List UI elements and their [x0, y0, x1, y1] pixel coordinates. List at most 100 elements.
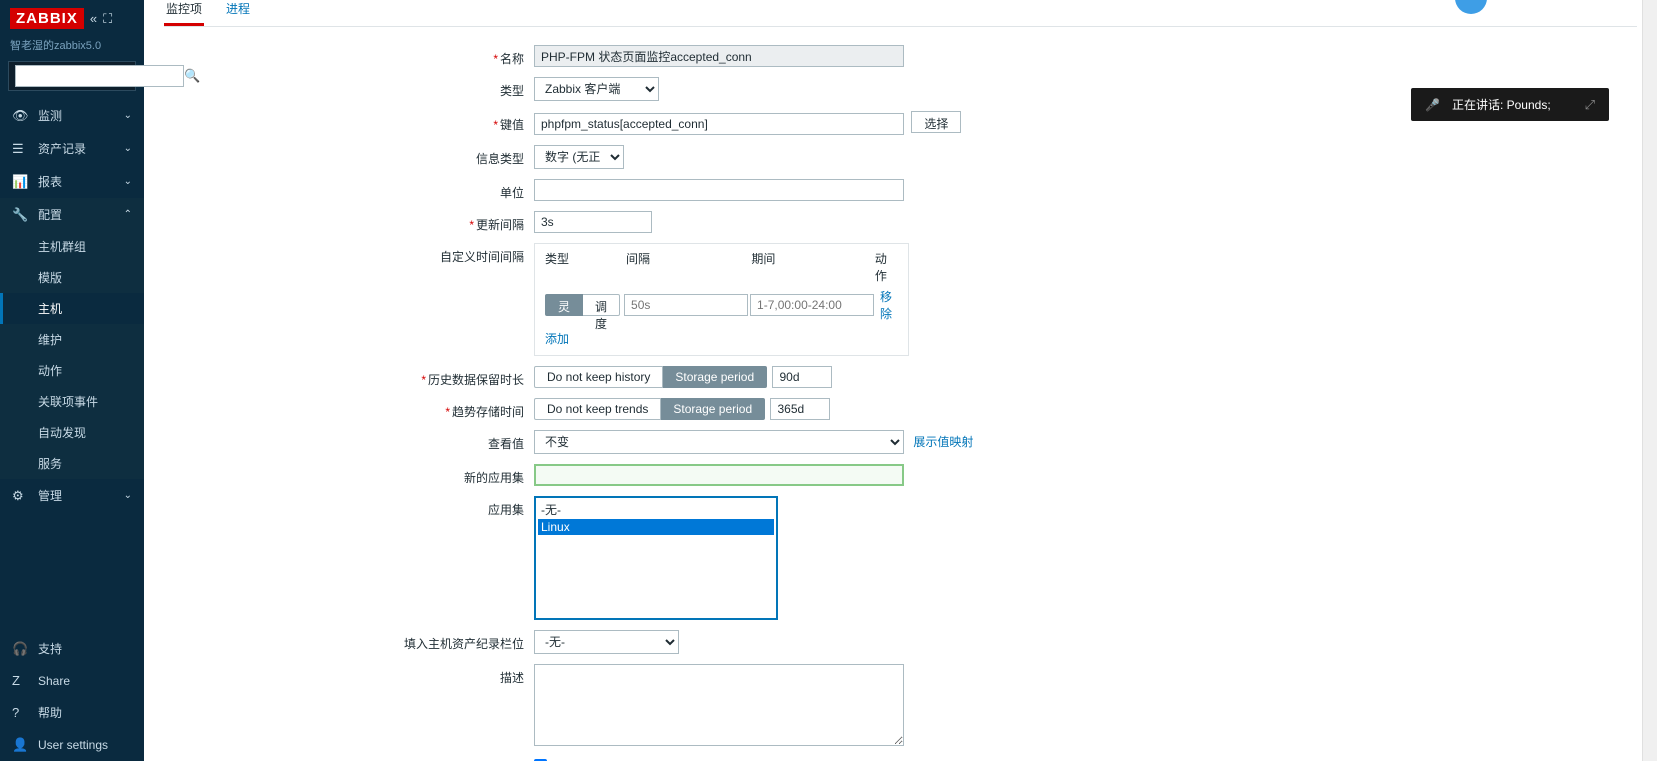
inventory-select[interactable]: -无-: [534, 630, 679, 654]
tab-process[interactable]: 进程: [224, 0, 252, 26]
interval-scheduling-button[interactable]: 调度: [583, 294, 620, 316]
chevron-down-icon: ⌄: [124, 490, 132, 501]
name-input[interactable]: [534, 45, 904, 67]
sub-nav-config: 主机群组 模版 主机 维护 动作 关联项事件 自动发现 服务: [0, 231, 144, 479]
share-icon: Z: [12, 673, 30, 688]
list-icon: ☰: [12, 141, 30, 157]
nav-label: 配置: [38, 206, 124, 223]
interval-delay-input[interactable]: [624, 294, 748, 316]
key-select-button[interactable]: 选择: [911, 111, 961, 133]
nav-label: 管理: [38, 487, 124, 504]
gear-icon: ⚙: [12, 488, 30, 504]
search-input[interactable]: [15, 65, 184, 87]
app-option-none[interactable]: -无-: [538, 500, 774, 519]
fullscreen-icon[interactable]: ⛶: [103, 11, 112, 27]
sub-actions[interactable]: 动作: [0, 355, 144, 386]
nav-config[interactable]: 🔧 配置 ⌃: [0, 198, 144, 231]
sidebar-header: ZABBIX « ⛶: [0, 0, 144, 37]
caption-overlay: 🎤 正在讲话: Pounds; ⤢: [1411, 88, 1609, 121]
label-units: 单位: [164, 179, 534, 201]
history-storage-button[interactable]: Storage period: [663, 366, 767, 388]
interval-period-input[interactable]: [750, 294, 874, 316]
brand-logo[interactable]: ZABBIX: [10, 8, 84, 29]
chart-icon: 📊: [12, 174, 30, 190]
nav-admin[interactable]: ⚙ 管理 ⌄: [0, 479, 144, 512]
sub-hostgroups[interactable]: 主机群组: [0, 231, 144, 262]
sub-correlation[interactable]: 关联项事件: [0, 386, 144, 417]
interval-input[interactable]: [534, 211, 652, 233]
type-select[interactable]: Zabbix 客户端: [534, 77, 659, 101]
label-type: 类型: [164, 77, 534, 99]
scrollbar[interactable]: [1642, 0, 1657, 761]
eye-icon: 👁: [12, 108, 30, 124]
interval-box: 类型 间隔 期间 动作 灵活 调度 移除 添加: [534, 243, 909, 356]
label-apps: 应用集: [164, 496, 534, 518]
valuemap-select[interactable]: 不变: [534, 430, 904, 454]
footer-help[interactable]: ? 帮助: [0, 696, 144, 729]
history-period-input[interactable]: [772, 366, 832, 388]
show-valuemaps-link[interactable]: 展示值映射: [913, 435, 973, 449]
headset-icon: 🎧: [12, 641, 30, 657]
chevron-down-icon: ⌄: [124, 143, 132, 154]
caption-text: 正在讲话: Pounds;: [1452, 96, 1551, 113]
sub-hosts[interactable]: 主机: [0, 293, 144, 324]
sidebar-footer: 🎧 支持 Z Share ? 帮助 👤 User settings: [0, 632, 144, 761]
sidebar: ZABBIX « ⛶ 智老湿的zabbix5.0 🔍 👁 监测 ⌄ ☰ 资产记录…: [0, 0, 144, 761]
sub-discovery[interactable]: 自动发现: [0, 417, 144, 448]
footer-user[interactable]: 👤 User settings: [0, 729, 144, 761]
nav-label: Share: [38, 674, 132, 688]
label-description: 描述: [164, 664, 534, 686]
trends-period-input[interactable]: [770, 398, 830, 420]
label-inventory: 填入主机资产纪录栏位: [164, 630, 534, 652]
interval-remove-link[interactable]: 移除: [880, 288, 898, 322]
chevron-down-icon: ⌄: [124, 110, 132, 121]
history-nokeep-button[interactable]: Do not keep history: [534, 366, 663, 388]
nav-label: 帮助: [38, 704, 132, 721]
nav-label: 资产记录: [38, 140, 124, 157]
tab-item[interactable]: 监控项: [164, 0, 204, 26]
chevron-up-icon: ⌃: [124, 209, 132, 220]
label-trends: *趋势存储时间: [164, 398, 534, 420]
nav-label: 支持: [38, 640, 132, 657]
nav-label: 监测: [38, 107, 124, 124]
caption-close-icon[interactable]: ⤢: [1585, 97, 1595, 113]
description-textarea[interactable]: [534, 664, 904, 746]
sub-services[interactable]: 服务: [0, 448, 144, 479]
interval-header-action: 动作: [875, 250, 898, 284]
nav-monitoring[interactable]: 👁 监测 ⌄: [0, 99, 144, 132]
help-icon: ?: [12, 705, 30, 720]
nav-label: 报表: [38, 173, 124, 190]
nav-inventory[interactable]: ☰ 资产记录 ⌄: [0, 132, 144, 165]
sub-maintenance[interactable]: 维护: [0, 324, 144, 355]
trends-storage-button[interactable]: Storage period: [661, 398, 765, 420]
mic-icon: 🎤: [1425, 98, 1440, 112]
nav-reports[interactable]: 📊 报表 ⌄: [0, 165, 144, 198]
label-valuemap: 查看值: [164, 430, 534, 452]
sub-templates[interactable]: 模版: [0, 262, 144, 293]
trends-nokeep-button[interactable]: Do not keep trends: [534, 398, 661, 420]
footer-share[interactable]: Z Share: [0, 665, 144, 696]
newapp-input[interactable]: [534, 464, 904, 486]
collapse-icon[interactable]: «: [90, 11, 97, 26]
wrench-icon: 🔧: [12, 207, 30, 223]
interval-add-link[interactable]: 添加: [545, 332, 569, 346]
units-input[interactable]: [534, 179, 904, 201]
key-input[interactable]: [534, 113, 904, 135]
label-name: *名称: [164, 45, 534, 67]
infotype-select[interactable]: 数字 (无正负): [534, 145, 624, 169]
footer-support[interactable]: 🎧 支持: [0, 632, 144, 665]
apps-select[interactable]: -无- Linux: [534, 496, 778, 620]
search-icon[interactable]: 🔍: [184, 68, 200, 84]
search-box[interactable]: 🔍: [8, 61, 136, 91]
label-infotype: 信息类型: [164, 145, 534, 167]
nav: 👁 监测 ⌄ ☰ 资产记录 ⌄ 📊 报表 ⌄ 🔧 配置 ⌃ 主机群组 模版 主机…: [0, 99, 144, 632]
interval-header-period: 期间: [751, 250, 874, 284]
server-name: 智老湿的zabbix5.0: [0, 37, 144, 61]
label-interval: *更新间隔: [164, 211, 534, 233]
interval-flexible-button[interactable]: 灵活: [545, 294, 583, 316]
label-history: *历史数据保留时长: [164, 366, 534, 388]
interval-header-interval: 间隔: [626, 250, 751, 284]
label-newapp: 新的应用集: [164, 464, 534, 486]
label-custom-interval: 自定义时间间隔: [164, 243, 534, 265]
app-option-linux[interactable]: Linux: [538, 519, 774, 535]
